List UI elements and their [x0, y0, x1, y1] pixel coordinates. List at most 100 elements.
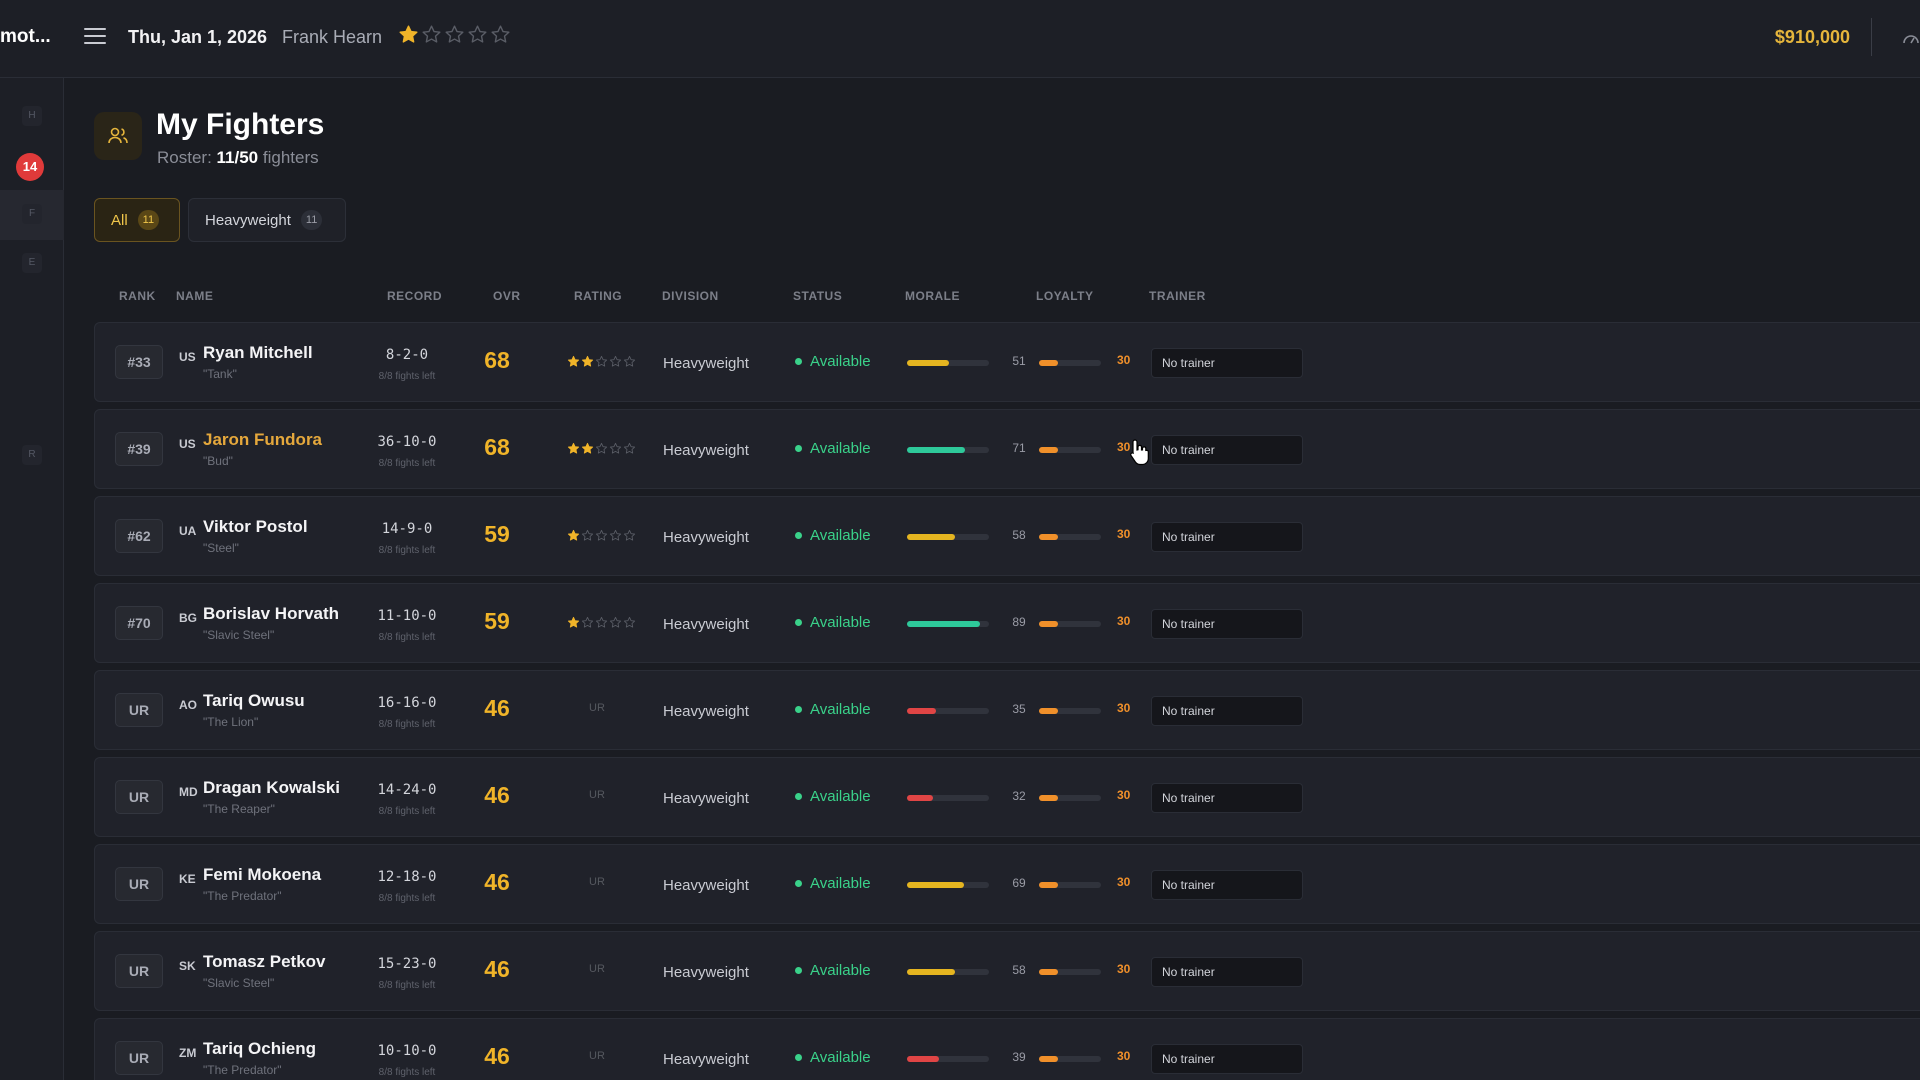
morale-bar: [907, 1056, 989, 1062]
fighter-name[interactable]: Borislav Horvath: [203, 604, 339, 624]
loyalty-value: 30: [1117, 788, 1131, 802]
fighter-division: Heavyweight: [663, 442, 749, 459]
fighter-status: Available: [795, 875, 871, 892]
trainer-select[interactable]: No trainer: [1151, 435, 1303, 465]
sidebar-item-home[interactable]: H: [22, 106, 42, 126]
trainer-select[interactable]: No trainer: [1151, 696, 1303, 726]
loyalty-fill: [1039, 882, 1058, 888]
fighter-status: Available: [795, 701, 871, 718]
morale-bar: [907, 795, 989, 801]
fighter-nickname: "The Predator": [203, 1063, 282, 1077]
col-name[interactable]: NAME: [176, 289, 213, 303]
fighter-row[interactable]: UR SK Tomasz Petkov "Slavic Steel" 15-23-0 8/…: [94, 931, 1920, 1011]
star-empty-icon: [609, 616, 622, 634]
fighter-status: Available: [795, 1049, 871, 1066]
fighter-row[interactable]: #70 BG Borislav Horvath "Slavic Steel" 11-10…: [94, 583, 1920, 663]
menu-icon[interactable]: [84, 28, 106, 46]
fighter-status: Available: [795, 614, 871, 631]
sidebar-item-events[interactable]: E: [22, 253, 42, 273]
status-dot-icon: [795, 531, 802, 539]
col-rating[interactable]: RATING: [574, 289, 622, 303]
trainer-select[interactable]: No trainer: [1151, 348, 1303, 378]
star-empty-icon: [444, 24, 465, 50]
sidebar-item-rankings[interactable]: R: [22, 445, 42, 465]
current-date: Thu, Jan 1, 2026: [128, 27, 268, 47]
loyalty-fill: [1039, 708, 1058, 714]
roster-suffix: fighters: [262, 148, 319, 167]
gauge-icon[interactable]: [1902, 30, 1920, 48]
fighter-row[interactable]: UR AO Tariq Owusu "The Lion" 16-16-0 8/8 figh…: [94, 670, 1920, 750]
col-division[interactable]: DIVISION: [662, 289, 719, 303]
fighter-ovr: 59: [484, 608, 510, 634]
filter-all[interactable]: All 11: [94, 198, 180, 242]
fighter-rank: #70: [115, 606, 163, 640]
fighter-rank: #62: [115, 519, 163, 553]
col-morale[interactable]: MORALE: [905, 289, 960, 303]
status-dot-icon: [795, 879, 802, 887]
fighter-name[interactable]: Ryan Mitchell: [203, 343, 313, 363]
fighter-name[interactable]: Tariq Owusu: [203, 691, 305, 711]
morale-fill: [907, 534, 955, 540]
morale-bar: [907, 447, 989, 453]
col-ovr[interactable]: OVR: [493, 289, 521, 303]
fighter-name[interactable]: Tomasz Petkov: [203, 952, 326, 972]
fighter-nickname: "Bud": [203, 454, 233, 468]
fighter-status: Available: [795, 527, 871, 544]
col-trainer[interactable]: TRAINER: [1149, 289, 1206, 303]
star-empty-icon: [595, 355, 608, 373]
morale-value: 35: [1012, 702, 1026, 716]
app-brand[interactable]: mot...: [0, 26, 51, 48]
morale-fill: [907, 708, 936, 714]
col-loyalty[interactable]: LOYALTY: [1036, 289, 1094, 303]
trainer-select[interactable]: No trainer: [1151, 870, 1303, 900]
fighter-row[interactable]: #33 US Ryan Mitchell "Tank" 8-2-0 8/8 fights …: [94, 322, 1920, 402]
fighter-fights-left: 8/8 fights left: [378, 632, 436, 643]
fighter-row[interactable]: UR KE Femi Mokoena "The Predator" 12-18-0 8/8…: [94, 844, 1920, 924]
fighter-ovr: 68: [484, 347, 510, 373]
loyalty-bar: [1039, 882, 1101, 888]
star-filled-icon: [567, 616, 580, 634]
fighter-rating: [567, 442, 636, 460]
fighter-row[interactable]: #39 US Jaron Fundora "Bud" 36-10-0 8/8 fights…: [94, 409, 1920, 489]
fighter-record: 8-2-0: [385, 347, 429, 363]
trainer-select[interactable]: No trainer: [1151, 609, 1303, 639]
fighter-record: 12-18-0: [377, 869, 437, 885]
morale-fill: [907, 447, 966, 453]
col-rank[interactable]: RANK: [119, 289, 156, 303]
trainer-select[interactable]: No trainer: [1151, 957, 1303, 987]
fighter-name[interactable]: Tariq Ochieng: [203, 1039, 316, 1059]
star-empty-icon: [581, 529, 594, 547]
trainer-select[interactable]: No trainer: [1151, 1044, 1303, 1074]
fighter-rating-unranked: UR: [589, 702, 605, 714]
loyalty-fill: [1039, 447, 1058, 453]
loyalty-value: 30: [1117, 353, 1131, 367]
loyalty-fill: [1039, 795, 1058, 801]
notification-badge[interactable]: 14: [16, 153, 44, 181]
col-record[interactable]: RECORD: [387, 289, 442, 303]
fighter-row[interactable]: #62 UA Viktor Postol "Steel" 14-9-0 8/8 fight…: [94, 496, 1920, 576]
trainer-select[interactable]: No trainer: [1151, 522, 1303, 552]
morale-fill: [907, 360, 949, 366]
manager-name: Frank Hearn: [282, 27, 383, 47]
fighter-name[interactable]: Dragan Kowalski: [203, 778, 340, 798]
loyalty-bar: [1039, 1056, 1101, 1062]
col-status[interactable]: STATUS: [793, 289, 842, 303]
fighter-rating: [567, 529, 636, 547]
fighter-rank: UR: [115, 780, 163, 814]
fighter-country: KE: [179, 872, 196, 886]
fighter-nickname: "Slavic Steel": [203, 628, 275, 642]
morale-fill: [907, 882, 964, 888]
status-dot-icon: [795, 1053, 802, 1061]
loyalty-bar: [1039, 969, 1101, 975]
fighter-rank: UR: [115, 954, 163, 988]
fighter-row[interactable]: UR MD Dragan Kowalski "The Reaper" 14-24-0 8/…: [94, 757, 1920, 837]
filter-heavyweight[interactable]: Heavyweight 11: [188, 198, 346, 242]
fighter-name[interactable]: Jaron Fundora: [203, 430, 322, 450]
sidebar-item-fighters[interactable]: F: [22, 204, 42, 224]
fighter-row[interactable]: UR ZM Tariq Ochieng "The Predator" 10-10-0 8/…: [94, 1018, 1920, 1080]
morale-bar: [907, 534, 989, 540]
fighter-name[interactable]: Femi Mokoena: [203, 865, 321, 885]
trainer-select[interactable]: No trainer: [1151, 783, 1303, 813]
fighter-name[interactable]: Viktor Postol: [203, 517, 308, 537]
morale-value: 89: [1012, 615, 1026, 629]
